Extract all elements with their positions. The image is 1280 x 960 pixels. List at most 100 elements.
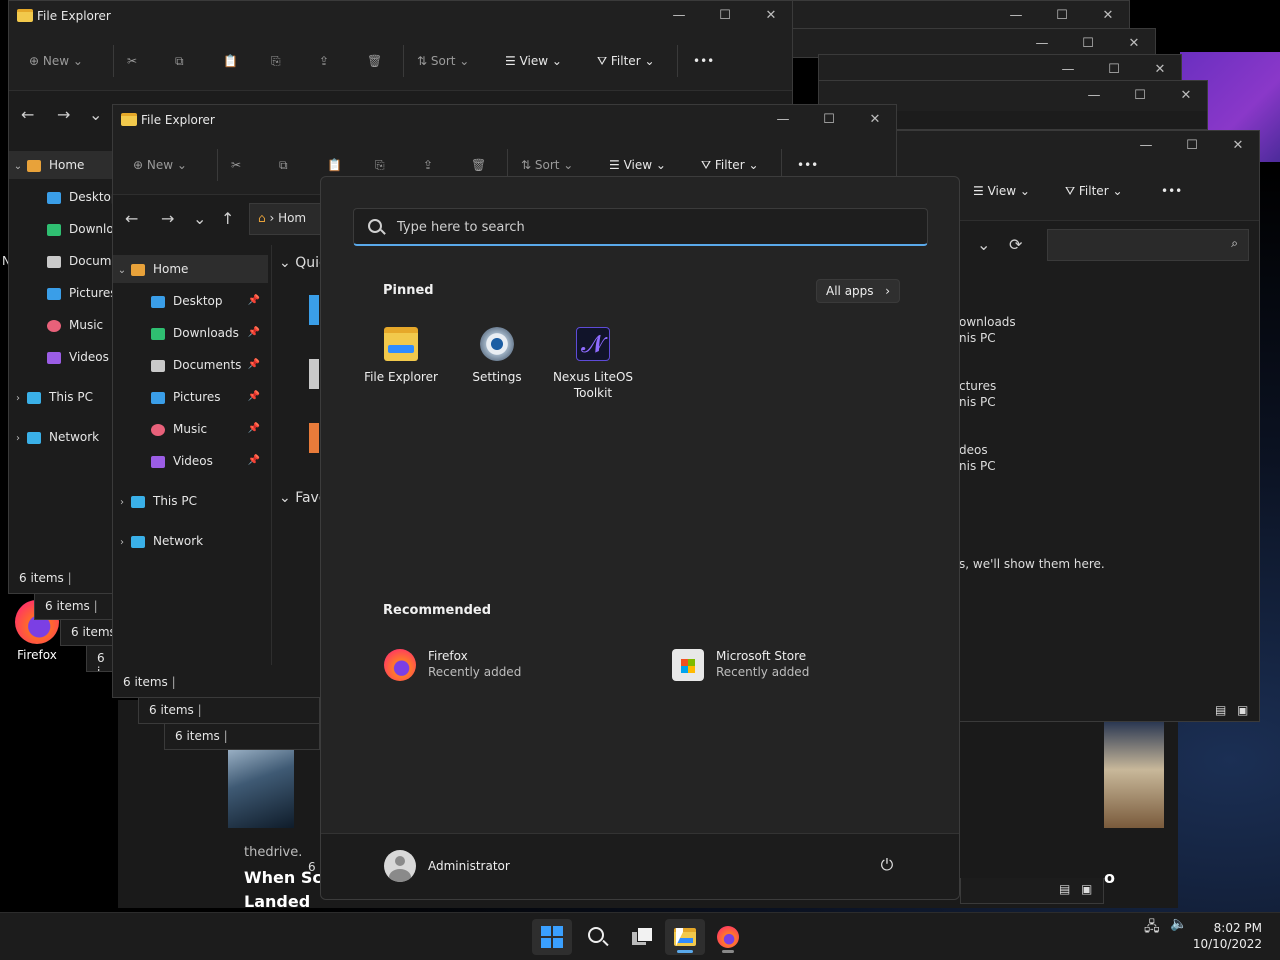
view-button[interactable]: ☰ View ⌄	[505, 51, 562, 71]
taskbar-firefox[interactable]	[708, 919, 748, 955]
task-view-button[interactable]	[622, 919, 662, 955]
maximize-button[interactable]: ☐	[1091, 59, 1137, 81]
sidebar-item-this-pc[interactable]: › This PC	[113, 487, 268, 515]
recent-locations-icon[interactable]: ⌄	[89, 105, 102, 124]
address-bar[interactable]: ⌂ › Hom	[249, 203, 329, 235]
chevron-right-icon[interactable]: ›	[113, 529, 131, 557]
refresh-icon[interactable]: ⟳	[1009, 235, 1022, 254]
filter-button[interactable]: ⛛ Filter ⌄	[1065, 181, 1123, 201]
search-box[interactable]: ⌕	[1047, 229, 1249, 261]
maximize-button[interactable]: ☐	[702, 5, 748, 27]
pin-icon[interactable]: 📌	[248, 447, 260, 475]
view-button[interactable]: ☰ View ⌄	[609, 155, 666, 175]
forward-arrow-icon[interactable]: →	[57, 105, 70, 124]
volume-icon[interactable]: 🔈	[1170, 916, 1187, 932]
paste-icon[interactable]: 📋	[327, 155, 342, 175]
recent-item-name[interactable]: ownloads	[959, 315, 1016, 329]
back-arrow-icon[interactable]: ←	[125, 209, 138, 228]
taskbar-file-explorer[interactable]	[665, 919, 705, 955]
close-button[interactable]: ✕	[1215, 135, 1259, 157]
all-apps-button[interactable]: All apps ›	[816, 279, 900, 303]
rename-icon[interactable]: ⎘	[271, 51, 281, 71]
filter-button[interactable]: ⛛ Filter ⌄	[701, 155, 759, 175]
back-arrow-icon[interactable]: ←	[21, 105, 34, 124]
start-button[interactable]	[532, 919, 572, 955]
pinned-app-nexus-liteos-toolkit[interactable]: Nexus LiteOS Toolkit	[545, 327, 641, 401]
delete-icon[interactable]: 🗑	[471, 155, 486, 175]
recommended-item-firefox[interactable]: Firefox Recently added	[384, 647, 624, 687]
taskbar-clock[interactable]: 8:02 PM 10/10/2022	[1190, 920, 1262, 952]
minimize-button[interactable]: —	[993, 5, 1039, 27]
power-icon[interactable]: ⏻	[878, 856, 896, 874]
chevron-down-icon[interactable]: ⌄	[113, 257, 131, 285]
new-button[interactable]: ⊕ New ⌄	[133, 155, 187, 175]
explorer-window-cascade-5[interactable]: 6 items |	[164, 724, 320, 750]
share-icon[interactable]: ⇪	[319, 51, 329, 71]
pin-icon[interactable]: 📌	[248, 383, 260, 411]
tiles-view-icon[interactable]: ▣	[1081, 882, 1092, 896]
network-status-icon[interactable]: 🖧	[1144, 916, 1160, 940]
pinned-app-settings[interactable]: Settings	[449, 327, 545, 385]
close-button[interactable]: ✕	[852, 109, 896, 131]
copy-icon[interactable]: ⧉	[279, 155, 288, 175]
chevron-right-icon[interactable]: ›	[113, 489, 131, 517]
close-button[interactable]: ✕	[748, 5, 792, 27]
sidebar-item-documents[interactable]: Documents 📌	[113, 351, 268, 379]
paste-icon[interactable]: 📋	[223, 51, 238, 71]
chevron-right-icon[interactable]: ›	[9, 425, 27, 453]
filter-button[interactable]: ⛛ Filter ⌄	[597, 51, 655, 71]
pin-icon[interactable]: 📌	[248, 415, 260, 443]
start-search-box[interactable]: Type here to search	[353, 208, 928, 246]
user-name[interactable]: Administrator	[428, 859, 510, 873]
close-button[interactable]: ✕	[1137, 59, 1181, 81]
more-options-button[interactable]: •••	[693, 51, 714, 71]
chevron-right-icon[interactable]: ›	[9, 385, 27, 413]
sidebar-item-downloads[interactable]: Downloads 📌	[113, 319, 268, 347]
sidebar-item-network[interactable]: › Network	[113, 527, 268, 555]
taskbar-search-button[interactable]	[577, 919, 617, 955]
cut-icon[interactable]: ✂	[127, 51, 137, 71]
delete-icon[interactable]: 🗑	[367, 51, 382, 71]
documents-folder-tile[interactable]	[309, 359, 319, 389]
up-arrow-icon[interactable]: ↑	[221, 209, 234, 228]
recent-item-name[interactable]: deos	[959, 443, 988, 457]
pinned-app-file-explorer[interactable]: File Explorer	[353, 327, 449, 385]
avatar[interactable]	[384, 850, 416, 882]
maximize-button[interactable]: ☐	[1169, 135, 1215, 157]
tiles-view-icon[interactable]: ▣	[1237, 703, 1248, 717]
explorer-window-cascade-4[interactable]: 6 items |	[138, 698, 320, 724]
sidebar-item-desktop[interactable]: Desktop 📌	[113, 287, 268, 315]
maximize-button[interactable]: ☐	[1065, 33, 1111, 55]
chevron-down-icon[interactable]: ⌄	[9, 153, 27, 181]
rename-icon[interactable]: ⎘	[375, 155, 385, 175]
new-button[interactable]: ⊕ New ⌄	[29, 51, 83, 71]
close-button[interactable]: ✕	[1085, 5, 1129, 27]
maximize-button[interactable]: ☐	[1039, 5, 1085, 27]
maximize-button[interactable]: ☐	[806, 109, 852, 131]
close-button[interactable]: ✕	[1111, 33, 1155, 55]
explorer-window-back-5[interactable]: — ☐ ✕	[792, 0, 1130, 30]
view-button[interactable]: ☰ View ⌄	[973, 181, 1030, 201]
sort-button[interactable]: ⇅ Sort ⌄	[417, 51, 469, 71]
details-view-icon[interactable]: ▤	[1059, 882, 1070, 896]
desktop-folder-tile[interactable]	[309, 295, 319, 325]
recent-item-name[interactable]: ctures	[959, 379, 996, 393]
sidebar-item-home[interactable]: ⌄ Home	[113, 255, 268, 283]
sidebar-item-pictures[interactable]: Pictures 📌	[113, 383, 268, 411]
minimize-button[interactable]: —	[1019, 33, 1065, 55]
sort-button[interactable]: ⇅ Sort ⌄	[521, 155, 573, 175]
forward-arrow-icon[interactable]: →	[161, 209, 174, 228]
sidebar-item-music[interactable]: Music 📌	[113, 415, 268, 443]
sidebar-item-videos[interactable]: Videos 📌	[113, 447, 268, 475]
pin-icon[interactable]: 📌	[248, 287, 260, 315]
minimize-button[interactable]: —	[656, 5, 702, 27]
details-view-icon[interactable]: ▤	[1215, 703, 1226, 717]
minimize-button[interactable]: —	[760, 109, 806, 131]
more-options-button[interactable]: •••	[1161, 181, 1182, 201]
maximize-button[interactable]: ☐	[1117, 85, 1163, 107]
close-button[interactable]: ✕	[1163, 85, 1207, 107]
music-folder-tile[interactable]	[309, 423, 319, 453]
minimize-button[interactable]: —	[1045, 59, 1091, 81]
minimize-button[interactable]: —	[1123, 135, 1169, 157]
history-dropdown-icon[interactable]: ⌄	[977, 235, 990, 254]
